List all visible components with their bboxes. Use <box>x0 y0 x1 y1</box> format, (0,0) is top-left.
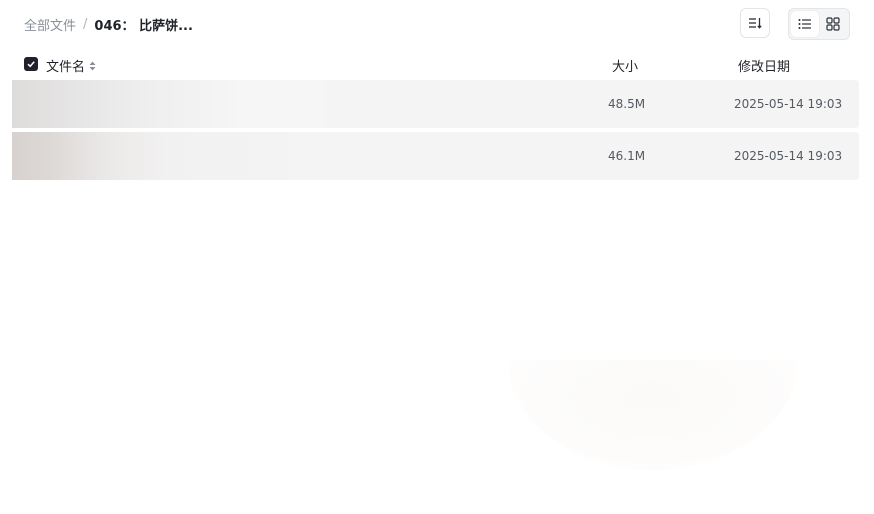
list-view-icon <box>798 19 811 29</box>
sort-lines-icon <box>749 18 762 29</box>
list-view-button[interactable] <box>791 11 819 37</box>
background-artifact <box>508 360 798 470</box>
grid-view-icon <box>826 17 840 31</box>
breadcrumb-current-folder: 046： 比萨饼... <box>94 18 193 34</box>
view-toggle <box>788 8 850 40</box>
column-header-name-label: 文件名 <box>46 60 86 75</box>
file-row[interactable]: 46.1M 2025-05-14 19:03 <box>12 132 859 180</box>
grid-view-button[interactable] <box>819 11 847 37</box>
checkmark-icon <box>27 61 35 68</box>
sort-caret-icon <box>89 61 96 71</box>
table-header: 文件名 大小 修改日期 <box>24 54 854 75</box>
file-modified-date: 2025-05-14 19:03 <box>734 97 843 111</box>
file-row[interactable]: 48.5M 2025-05-14 19:03 <box>12 80 859 128</box>
breadcrumb: 全部文件 / 046： 比萨饼... <box>24 14 193 34</box>
column-header-name[interactable]: 文件名 <box>46 56 96 75</box>
file-browser: 全部文件 / 046： 比萨饼... 文件名 大小 修改日期 48.5M 202… <box>0 0 874 514</box>
file-size: 46.1M <box>608 149 646 163</box>
sort-button[interactable] <box>740 8 770 38</box>
file-size: 48.5M <box>608 97 646 111</box>
column-header-size: 大小 <box>612 60 639 75</box>
column-header-modified: 修改日期 <box>738 60 791 75</box>
file-name-blurred <box>12 80 324 128</box>
file-modified-date: 2025-05-14 19:03 <box>734 149 843 163</box>
select-all-checkbox[interactable] <box>24 57 38 71</box>
breadcrumb-separator: / <box>83 16 88 32</box>
breadcrumb-root-link[interactable]: 全部文件 <box>24 15 76 34</box>
file-name-blurred <box>12 132 324 180</box>
